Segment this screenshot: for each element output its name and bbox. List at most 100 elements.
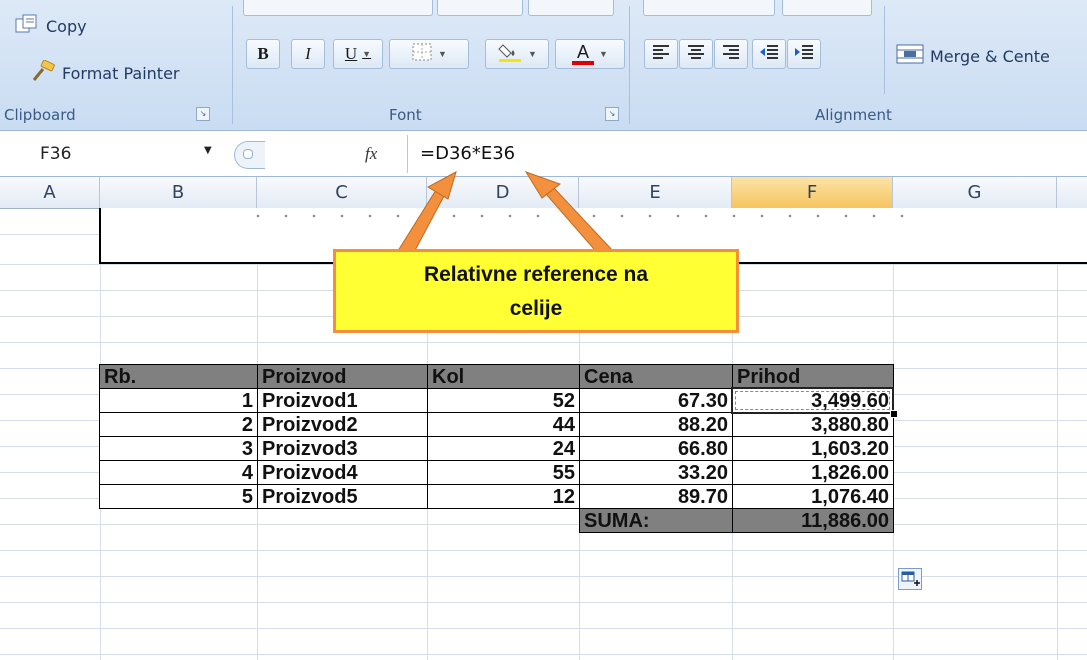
- active-cell-inner: [735, 391, 890, 410]
- decrease-indent-button[interactable]: [752, 39, 786, 69]
- table-cell[interactable]: 52: [427, 388, 580, 413]
- table-cell[interactable]: Proizvod4: [257, 460, 428, 485]
- align-center-icon: [687, 44, 705, 65]
- align-center-button[interactable]: [679, 39, 713, 69]
- format-painter-button[interactable]: Format Painter: [30, 59, 180, 86]
- column-label: F: [806, 182, 818, 203]
- column-label: D: [495, 182, 510, 203]
- format-painter-label: Format Painter: [62, 63, 180, 83]
- increase-indent-button[interactable]: [787, 39, 821, 69]
- column-header-d[interactable]: D: [427, 177, 579, 208]
- column-header-c[interactable]: C: [257, 177, 427, 208]
- table-cell[interactable]: 67.30: [579, 388, 733, 413]
- italic-button[interactable]: I: [291, 39, 325, 69]
- column-label: B: [171, 182, 185, 203]
- fx-icon[interactable]: fx: [365, 139, 377, 169]
- merge-center-label: Merge & Cente: [930, 46, 1050, 66]
- table-cell[interactable]: 66.80: [579, 436, 733, 461]
- font-name-box[interactable]: [243, 0, 433, 16]
- copy-label: Copy: [46, 16, 87, 36]
- table-header-cell[interactable]: Prihod: [732, 364, 894, 389]
- formula-divider: [407, 135, 408, 173]
- chevron-down-icon: ▼: [362, 49, 372, 59]
- copy-button[interactable]: Copy: [14, 14, 87, 38]
- borders-icon: [411, 42, 433, 67]
- table-cell[interactable]: 89.70: [579, 484, 733, 509]
- ribbon: Copy Format Painter Clipboard ↘ B I U ▼ ▼…: [0, 0, 1087, 131]
- merge-center-button[interactable]: Merge & Cente: [896, 44, 1050, 68]
- formula-bar-handle[interactable]: [234, 141, 265, 169]
- fill-handle[interactable]: [890, 410, 898, 418]
- align-left-icon: [652, 44, 670, 65]
- copy-icon: [14, 14, 40, 38]
- table-header-cell[interactable]: Proizvod: [257, 364, 428, 389]
- callout-line-1: Relativne reference na: [423, 263, 649, 286]
- sum-value-cell[interactable]: 11,886.00: [732, 508, 894, 533]
- font-launcher-icon[interactable]: ↘: [605, 107, 619, 121]
- sum-label-cell[interactable]: SUMA:: [579, 508, 733, 533]
- font-group-label: Font: [389, 106, 422, 124]
- chevron-down-icon: ▼: [438, 49, 447, 59]
- italic-label: I: [305, 44, 311, 63]
- callout-line-2: celije: [509, 297, 563, 320]
- column-header-a[interactable]: A: [0, 177, 100, 208]
- table-cell[interactable]: 3: [99, 436, 258, 461]
- align-right-button[interactable]: [714, 39, 748, 69]
- column-label: E: [649, 182, 661, 203]
- orientation-button[interactable]: [782, 0, 872, 16]
- table-cell[interactable]: 24: [427, 436, 580, 461]
- alignment-group-label: Alignment: [815, 106, 892, 124]
- borders-button[interactable]: ▼: [389, 39, 469, 69]
- align-left-button[interactable]: [644, 39, 678, 69]
- formula-bar: F36 ▼ fx =D36*E36: [0, 131, 1087, 177]
- table-cell[interactable]: 12: [427, 484, 580, 509]
- group-divider: [232, 6, 233, 124]
- table-header-cell[interactable]: Rb.: [99, 364, 258, 389]
- table-cell[interactable]: 1,076.40: [732, 484, 894, 509]
- fill-color-icon: [497, 41, 523, 68]
- clipped-text: [244, 214, 904, 218]
- chevron-down-icon: ▼: [528, 49, 537, 59]
- font-size-box[interactable]: [437, 0, 523, 16]
- column-header-f[interactable]: F: [732, 177, 893, 208]
- underline-button[interactable]: U ▼: [333, 39, 383, 69]
- table-cell[interactable]: 3,880.80: [732, 412, 894, 437]
- table-cell[interactable]: 1: [99, 388, 258, 413]
- table-cell[interactable]: Proizvod3: [257, 436, 428, 461]
- table-cell[interactable]: 1,603.20: [732, 436, 894, 461]
- align-top-buttons[interactable]: [643, 0, 775, 16]
- bold-button[interactable]: B: [246, 39, 280, 69]
- table-cell[interactable]: 4: [99, 460, 258, 485]
- fill-color-button[interactable]: ▼: [485, 39, 549, 69]
- column-header-e[interactable]: E: [579, 177, 732, 208]
- auto-fill-options-button[interactable]: [898, 568, 922, 590]
- clipboard-group-label: Clipboard: [4, 106, 76, 124]
- table-cell[interactable]: Proizvod5: [257, 484, 428, 509]
- table-cell[interactable]: 88.20: [579, 412, 733, 437]
- table-cell[interactable]: 33.20: [579, 460, 733, 485]
- table-cell[interactable]: Proizvod2: [257, 412, 428, 437]
- column-header-g[interactable]: G: [893, 177, 1057, 208]
- callout-box: Relativne reference na celije: [333, 249, 739, 333]
- table-cell[interactable]: 2: [99, 412, 258, 437]
- font-color-icon: A: [572, 41, 595, 65]
- table-cell[interactable]: 5: [99, 484, 258, 509]
- fx-label: fx: [365, 144, 378, 163]
- chevron-down-icon: ▼: [599, 49, 608, 59]
- formula-input[interactable]: =D36*E36: [420, 139, 515, 169]
- column-header-b[interactable]: B: [100, 177, 257, 208]
- table-cell[interactable]: Proizvod1: [257, 388, 428, 413]
- table-cell[interactable]: 1,826.00: [732, 460, 894, 485]
- align-right-icon: [722, 44, 740, 65]
- name-box[interactable]: F36: [4, 139, 232, 169]
- group-divider: [884, 6, 885, 94]
- table-cell[interactable]: 55: [427, 460, 580, 485]
- chevron-down-icon[interactable]: ▼: [204, 145, 212, 156]
- font-size-buttons[interactable]: [528, 0, 614, 16]
- table-header-cell[interactable]: Kol: [427, 364, 580, 389]
- table-cell[interactable]: 44: [427, 412, 580, 437]
- table-header-cell[interactable]: Cena: [579, 364, 733, 389]
- clipboard-launcher-icon[interactable]: ↘: [196, 107, 210, 121]
- font-color-letter: A: [577, 41, 590, 62]
- font-color-button[interactable]: A ▼: [555, 39, 625, 69]
